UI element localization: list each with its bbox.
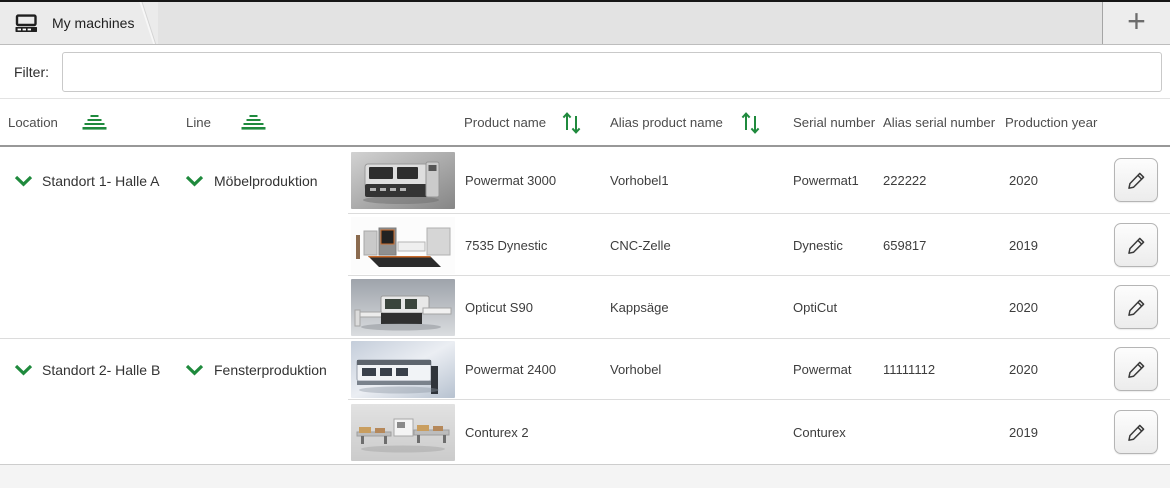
alias-serial-number-cell: 11111112: [883, 362, 1005, 377]
alias-product-name-cell: Kappsäge: [608, 300, 790, 315]
column-header-alias-serial-number: Alias serial number: [883, 115, 995, 130]
product-name-sort-up-down-icon[interactable]: [560, 109, 583, 136]
location-group-label: Standort 1- Halle A: [42, 173, 160, 189]
serial-number-cell: Dynestic: [790, 238, 883, 253]
edit-machine-button[interactable]: [1114, 158, 1158, 202]
table-header-row: Location Line: [0, 99, 1170, 147]
product-name-cell: Powermat 3000: [458, 173, 608, 188]
table-row[interactable]: 7535 Dynestic CNC-Zelle Dynestic 659817 …: [0, 214, 1170, 276]
alias-serial-number-cell: 659817: [883, 238, 1005, 253]
serial-number-cell: Powermat: [790, 362, 883, 377]
tab-my-machines[interactable]: My machines: [0, 2, 158, 44]
line-group-label: Möbelproduktion: [214, 173, 318, 189]
pencil-edit-icon: [1126, 297, 1147, 318]
pencil-edit-icon: [1126, 359, 1147, 380]
line-group-label: Fensterproduktion: [214, 362, 327, 378]
pencil-edit-icon: [1126, 422, 1147, 443]
location-filter-lines-icon[interactable]: [82, 114, 107, 131]
production-year-cell: 2020: [1005, 362, 1102, 377]
filter-row: Filter:: [0, 45, 1170, 99]
column-header-alias-product-name: Alias product name: [610, 115, 723, 130]
alias-product-name-cell: CNC-Zelle: [608, 238, 790, 253]
production-year-cell: 2020: [1005, 300, 1102, 315]
serial-number-cell: Powermat1: [790, 173, 883, 188]
my-machines-app: My machines + Filter: Location Line: [0, 0, 1170, 488]
column-header-location: Location: [8, 115, 58, 130]
serial-number-cell: OptiCut: [790, 300, 883, 315]
alias-product-name-cell: Vorhobel1: [608, 173, 790, 188]
table-row[interactable]: Opticut S90 Kappsäge OptiCut 2020: [0, 276, 1170, 338]
product-name-cell: Opticut S90: [458, 300, 608, 315]
edit-machine-button[interactable]: [1114, 285, 1158, 329]
column-header-product-name: Product name: [464, 115, 546, 130]
line-chevron-down-icon[interactable]: [185, 175, 204, 187]
machine-photo-conturex-2: [348, 404, 458, 461]
filter-label: Filter:: [14, 64, 49, 80]
filter-input[interactable]: [62, 52, 1162, 92]
column-header-serial-number: Serial number: [793, 115, 875, 130]
production-year-cell: 2020: [1005, 173, 1102, 188]
product-name-cell: 7535 Dynestic: [458, 238, 608, 253]
add-machine-button[interactable]: +: [1117, 5, 1156, 41]
column-header-line: Line: [186, 115, 211, 130]
edit-machine-button[interactable]: [1114, 410, 1158, 454]
machine-icon: [14, 14, 39, 33]
production-year-cell: 2019: [1005, 238, 1102, 253]
machine-photo-powermat-3000: [348, 152, 458, 209]
serial-number-cell: Conturex: [790, 425, 883, 440]
edit-machine-button[interactable]: [1114, 223, 1158, 267]
product-name-cell: Conturex 2: [458, 425, 608, 440]
alias-product-name-cell: Vorhobel: [608, 362, 790, 377]
table-row[interactable]: Conturex 2 Conturex 2019: [0, 400, 1170, 464]
location-chevron-down-icon[interactable]: [14, 364, 33, 376]
line-filter-lines-icon[interactable]: [241, 114, 266, 131]
table-row[interactable]: Standort 1- Halle A Möbelproduktion: [0, 147, 1170, 214]
location-chevron-down-icon[interactable]: [14, 175, 33, 187]
table-row[interactable]: Standort 2- Halle B Fensterproduktion: [0, 338, 1170, 400]
product-name-cell: Powermat 2400: [458, 362, 608, 377]
column-header-production-year: Production year: [1005, 115, 1097, 130]
production-year-cell: 2019: [1005, 425, 1102, 440]
machine-photo-7535-dynestic: [348, 217, 458, 274]
tab-label: My machines: [52, 15, 134, 31]
alias-serial-number-cell: 222222: [883, 173, 1005, 188]
line-chevron-down-icon[interactable]: [185, 364, 204, 376]
machine-photo-powermat-2400: [348, 341, 458, 398]
alias-product-name-sort-up-down-icon[interactable]: [739, 109, 762, 136]
footer-bar: [0, 464, 1170, 488]
tab-bar: My machines +: [0, 2, 1170, 45]
edit-machine-button[interactable]: [1114, 347, 1158, 391]
pencil-edit-icon: [1126, 170, 1147, 191]
location-group-label: Standort 2- Halle B: [42, 362, 160, 378]
machine-table-body: Standort 1- Halle A Möbelproduktion: [0, 147, 1170, 464]
machine-photo-opticut-s90: [348, 279, 458, 336]
add-machine-area: +: [1102, 2, 1170, 44]
pencil-edit-icon: [1126, 235, 1147, 256]
